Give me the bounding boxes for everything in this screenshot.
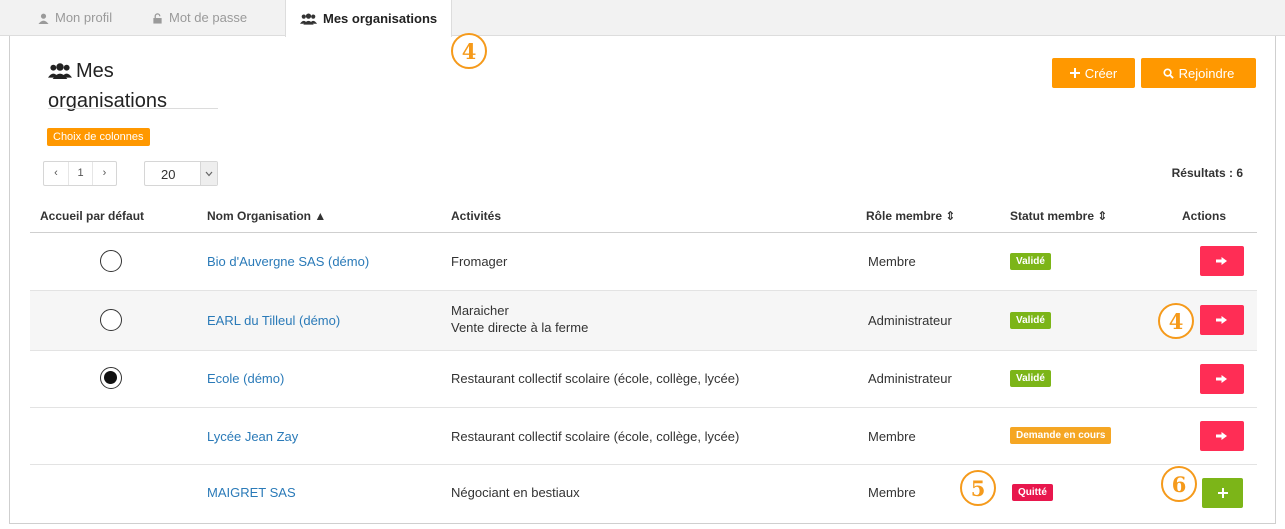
header-activities: Activités — [451, 209, 502, 223]
create-button[interactable]: Créer — [1052, 58, 1135, 88]
activity: Restaurant collectif scolaire (école, co… — [451, 429, 740, 444]
status-badge: Validé — [1010, 312, 1051, 329]
sign-out-icon — [1216, 375, 1227, 383]
create-button-label: Créer — [1084, 65, 1118, 81]
sign-out-icon — [1216, 257, 1227, 265]
page-title: Mes organisations — [48, 56, 167, 116]
leave-organisation-button[interactable] — [1200, 421, 1244, 451]
annotation-marker: 6 — [1161, 466, 1197, 502]
organisation-link[interactable]: MAIGRET SAS — [207, 485, 296, 501]
tab-label: Mot de passe — [169, 10, 248, 25]
annotation-marker: 4 — [1158, 303, 1194, 339]
leave-organisation-button[interactable] — [1200, 246, 1244, 276]
tab-mes-organisations[interactable]: Mes organisations — [285, 0, 453, 37]
activity: Restaurant collectif scolaire (école, co… — [451, 371, 740, 386]
organisation-link[interactable]: Bio d'Auvergne SAS (démo) — [207, 254, 369, 270]
member-role: Administrateur — [868, 313, 952, 328]
leave-organisation-button[interactable] — [1200, 305, 1244, 335]
header-actions: Actions — [1182, 209, 1227, 223]
users-icon — [48, 63, 72, 79]
prev-page-button[interactable]: ‹ — [44, 162, 68, 185]
table-row: Lycée Jean Zay Restaurant collectif scol… — [30, 408, 1257, 465]
join-button-label: Rejoindre — [1178, 65, 1235, 81]
default-home-radio-selected[interactable] — [100, 367, 122, 389]
default-home-radio[interactable] — [100, 250, 122, 272]
header-role[interactable]: Rôle membre ⇕ — [866, 209, 955, 223]
chevron-down-icon — [200, 162, 217, 185]
member-role: Membre — [868, 485, 916, 500]
activity: Négociant en bestiaux — [451, 485, 580, 500]
header-name[interactable]: Nom Organisation ▲ — [207, 209, 326, 223]
member-role: Membre — [868, 429, 916, 444]
next-page-button[interactable]: › — [92, 162, 116, 185]
tab-mon-profil[interactable]: Mon profil — [38, 0, 112, 36]
activity: Fromager — [451, 254, 508, 269]
column-chooser-button[interactable]: Choix de colonnes — [47, 128, 150, 146]
table-row: Ecole (démo) Restaurant collectif scolai… — [30, 351, 1257, 408]
organisation-link[interactable]: EARL du Tilleul (démo) — [207, 313, 340, 329]
tab-mot-de-passe[interactable]: Mot de passe — [152, 0, 247, 36]
header-default-home[interactable]: Accueil par défaut — [40, 209, 144, 223]
table-row: MAIGRET SAS Négociant en bestiaux Membre… — [30, 465, 1257, 522]
leave-organisation-button[interactable] — [1200, 364, 1244, 394]
tab-bar: Mon profil Mot de passe Mes organisation… — [0, 0, 1285, 37]
default-home-radio[interactable] — [100, 309, 122, 331]
status-badge: Demande en cours — [1010, 427, 1112, 444]
title-divider — [48, 108, 218, 109]
annotation-marker: 4 — [451, 33, 487, 69]
rejoin-organisation-button[interactable] — [1202, 478, 1243, 508]
tab-label: Mon profil — [55, 10, 113, 25]
activity: Vente directe à la ferme — [451, 320, 589, 335]
status-badge: Validé — [1010, 370, 1051, 387]
results-count: Résultats : 6 — [1171, 166, 1243, 180]
annotation-marker: 5 — [960, 470, 996, 506]
page-size-select[interactable]: 20 — [144, 161, 218, 186]
page-title-line2: organisations — [48, 90, 167, 112]
tab-label: Mes organisations — [323, 10, 438, 26]
table-row: EARL du Tilleul (démo) Maraicher Vente d… — [30, 291, 1257, 351]
plus-icon — [1069, 68, 1080, 78]
search-icon — [1163, 67, 1174, 79]
current-page[interactable]: 1 — [68, 162, 92, 185]
page-title-line1: Mes — [76, 60, 114, 82]
users-icon — [300, 13, 317, 25]
pagination: ‹ 1 › — [43, 161, 117, 186]
organisation-link[interactable]: Ecole (démo) — [207, 371, 284, 387]
join-button[interactable]: Rejoindre — [1141, 58, 1256, 88]
table-row: Bio d'Auvergne SAS (démo) Fromager Membr… — [30, 233, 1257, 291]
status-badge: Validé — [1010, 253, 1051, 270]
lock-icon — [153, 12, 162, 24]
member-role: Membre — [868, 254, 916, 269]
sign-out-icon — [1216, 316, 1227, 324]
user-icon — [38, 13, 49, 24]
plus-icon — [1217, 488, 1228, 498]
activity: Maraicher — [451, 303, 509, 318]
member-role: Administrateur — [868, 371, 952, 386]
page-size-value: 20 — [161, 167, 176, 182]
status-badge: Quitté — [1012, 484, 1053, 501]
sign-out-icon — [1216, 432, 1227, 440]
organisation-link[interactable]: Lycée Jean Zay — [207, 429, 298, 445]
header-status[interactable]: Statut membre ⇕ — [1010, 209, 1107, 223]
